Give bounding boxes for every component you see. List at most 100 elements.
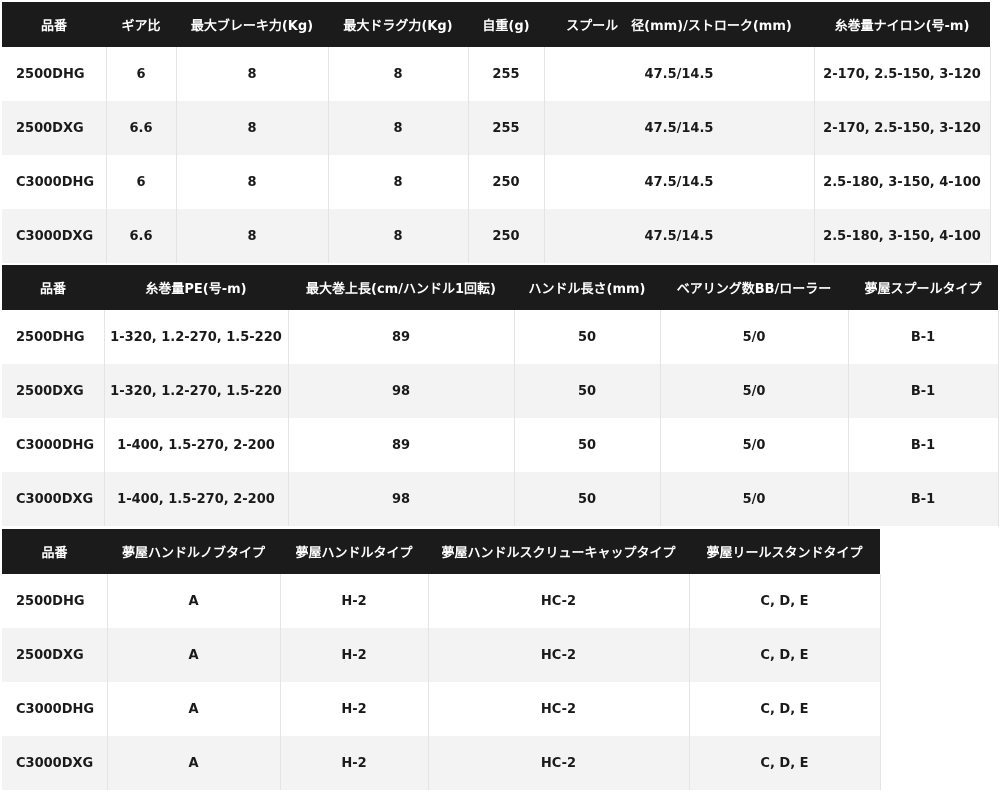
cell-yumeya-knob-type: A bbox=[107, 574, 281, 628]
table-row: C3000DHG A H-2 HC-2 C, D, E bbox=[2, 682, 881, 736]
header-product-code: 品番 bbox=[2, 529, 107, 574]
cell-yumeya-spool-type: B-1 bbox=[848, 364, 999, 418]
cell-bearing-count: 5/0 bbox=[660, 472, 849, 526]
cell-spool-diameter-stroke: 47.5/14.5 bbox=[544, 47, 815, 101]
cell-max-brake-force: 8 bbox=[176, 209, 329, 263]
cell-yumeya-knob-type: A bbox=[107, 628, 281, 682]
cell-max-retrieve-length: 89 bbox=[288, 310, 515, 364]
spec-table-yumeya-parts: 品番 夢屋ハンドルノブタイプ 夢屋ハンドルタイプ 夢屋ハンドルスクリューキャップ… bbox=[2, 529, 881, 790]
cell-yumeya-handle-type: H-2 bbox=[280, 682, 429, 736]
cell-weight: 250 bbox=[468, 155, 545, 209]
header-yumeya-screw-cap-type: 夢屋ハンドルスクリューキャップタイプ bbox=[428, 529, 689, 574]
cell-product-code: C3000DHG bbox=[2, 418, 105, 472]
table-row: 2500DXG 1-320, 1.2-270, 1.5-220 98 50 5/… bbox=[2, 364, 999, 418]
cell-bearing-count: 5/0 bbox=[660, 418, 849, 472]
cell-handle-length: 50 bbox=[514, 418, 661, 472]
cell-spool-diameter-stroke: 47.5/14.5 bbox=[544, 209, 815, 263]
table-row: 2500DXG 6.6 8 8 255 47.5/14.5 2-170, 2.5… bbox=[2, 101, 991, 155]
cell-bearing-count: 5/0 bbox=[660, 364, 849, 418]
cell-yumeya-spool-type: B-1 bbox=[848, 310, 999, 364]
cell-max-retrieve-length: 98 bbox=[288, 472, 515, 526]
cell-pe-capacity: 1-400, 1.5-270, 2-200 bbox=[104, 418, 289, 472]
cell-yumeya-reel-stand-type: C, D, E bbox=[689, 574, 881, 628]
header-handle-length: ハンドル長さ(mm) bbox=[514, 265, 660, 310]
table-row: C3000DXG A H-2 HC-2 C, D, E bbox=[2, 736, 881, 790]
table-row: C3000DHG 1-400, 1.5-270, 2-200 89 50 5/0… bbox=[2, 418, 999, 472]
cell-handle-length: 50 bbox=[514, 472, 661, 526]
header-yumeya-reel-stand-type: 夢屋リールスタンドタイプ bbox=[689, 529, 880, 574]
cell-max-retrieve-length: 89 bbox=[288, 418, 515, 472]
cell-product-code: C3000DXG bbox=[2, 209, 107, 263]
cell-max-brake-force: 8 bbox=[176, 155, 329, 209]
cell-nylon-capacity: 2.5-180, 3-150, 4-100 bbox=[814, 209, 991, 263]
cell-product-code: C3000DHG bbox=[2, 682, 108, 736]
cell-product-code: 2500DHG bbox=[2, 574, 108, 628]
cell-yumeya-handle-type: H-2 bbox=[280, 628, 429, 682]
cell-max-drag-force: 8 bbox=[328, 47, 469, 101]
cell-gear-ratio: 6.6 bbox=[106, 101, 177, 155]
cell-product-code: C3000DHG bbox=[2, 155, 107, 209]
cell-max-drag-force: 8 bbox=[328, 155, 469, 209]
table-row: C3000DXG 6.6 8 8 250 47.5/14.5 2.5-180, … bbox=[2, 209, 991, 263]
cell-yumeya-spool-type: B-1 bbox=[848, 418, 999, 472]
cell-yumeya-screw-cap-type: HC-2 bbox=[428, 736, 690, 790]
header-yumeya-handle-type: 夢屋ハンドルタイプ bbox=[280, 529, 428, 574]
cell-bearing-count: 5/0 bbox=[660, 310, 849, 364]
cell-product-code: 2500DHG bbox=[2, 47, 107, 101]
cell-max-drag-force: 8 bbox=[328, 101, 469, 155]
cell-yumeya-knob-type: A bbox=[107, 736, 281, 790]
table-row: 2500DXG A H-2 HC-2 C, D, E bbox=[2, 628, 881, 682]
cell-product-code: 2500DHG bbox=[2, 310, 105, 364]
cell-product-code: 2500DXG bbox=[2, 628, 108, 682]
header-bearing-count: ベアリング数BB/ローラー bbox=[660, 265, 848, 310]
cell-weight: 255 bbox=[468, 101, 545, 155]
header-yumeya-spool-type: 夢屋スプールタイプ bbox=[848, 265, 998, 310]
cell-yumeya-screw-cap-type: HC-2 bbox=[428, 682, 690, 736]
cell-yumeya-knob-type: A bbox=[107, 682, 281, 736]
cell-max-brake-force: 8 bbox=[176, 47, 329, 101]
header-yumeya-knob-type: 夢屋ハンドルノブタイプ bbox=[107, 529, 280, 574]
spec-table-line-and-bearing: 品番 糸巻量PE(号-m) 最大巻上長(cm/ハンドル1回転) ハンドル長さ(m… bbox=[2, 265, 999, 526]
table-header-row: 品番 ギア比 最大ブレーキ力(Kg) 最大ドラグ力(Kg) 自重(g) スプール… bbox=[2, 2, 990, 47]
header-spool-diameter-stroke: スプール 径(mm)/ストローク(mm) bbox=[544, 2, 814, 47]
table-row: C3000DXG 1-400, 1.5-270, 2-200 98 50 5/0… bbox=[2, 472, 999, 526]
cell-product-code: C3000DXG bbox=[2, 472, 105, 526]
header-max-brake-force: 最大ブレーキ力(Kg) bbox=[176, 2, 328, 47]
header-weight: 自重(g) bbox=[468, 2, 544, 47]
cell-nylon-capacity: 2-170, 2.5-150, 3-120 bbox=[814, 47, 991, 101]
cell-product-code: 2500DXG bbox=[2, 364, 105, 418]
cell-nylon-capacity: 2.5-180, 3-150, 4-100 bbox=[814, 155, 991, 209]
cell-product-code: 2500DXG bbox=[2, 101, 107, 155]
header-max-retrieve-length: 最大巻上長(cm/ハンドル1回転) bbox=[288, 265, 514, 310]
cell-yumeya-handle-type: H-2 bbox=[280, 736, 429, 790]
cell-yumeya-reel-stand-type: C, D, E bbox=[689, 628, 881, 682]
cell-product-code: C3000DXG bbox=[2, 736, 108, 790]
cell-spool-diameter-stroke: 47.5/14.5 bbox=[544, 101, 815, 155]
header-gear-ratio: ギア比 bbox=[106, 2, 176, 47]
cell-spool-diameter-stroke: 47.5/14.5 bbox=[544, 155, 815, 209]
cell-max-drag-force: 8 bbox=[328, 209, 469, 263]
table-header-row: 品番 糸巻量PE(号-m) 最大巻上長(cm/ハンドル1回転) ハンドル長さ(m… bbox=[2, 265, 998, 310]
cell-weight: 250 bbox=[468, 209, 545, 263]
cell-handle-length: 50 bbox=[514, 310, 661, 364]
cell-nylon-capacity: 2-170, 2.5-150, 3-120 bbox=[814, 101, 991, 155]
cell-yumeya-reel-stand-type: C, D, E bbox=[689, 682, 881, 736]
cell-handle-length: 50 bbox=[514, 364, 661, 418]
cell-pe-capacity: 1-400, 1.5-270, 2-200 bbox=[104, 472, 289, 526]
cell-gear-ratio: 6.6 bbox=[106, 209, 177, 263]
table-row: 2500DHG 1-320, 1.2-270, 1.5-220 89 50 5/… bbox=[2, 310, 999, 364]
table-row: C3000DHG 6 8 8 250 47.5/14.5 2.5-180, 3-… bbox=[2, 155, 991, 209]
cell-yumeya-screw-cap-type: HC-2 bbox=[428, 574, 690, 628]
cell-yumeya-screw-cap-type: HC-2 bbox=[428, 628, 690, 682]
header-nylon-capacity: 糸巻量ナイロン(号-m) bbox=[814, 2, 990, 47]
cell-gear-ratio: 6 bbox=[106, 155, 177, 209]
cell-yumeya-reel-stand-type: C, D, E bbox=[689, 736, 881, 790]
header-product-code: 品番 bbox=[2, 2, 106, 47]
table-header-row: 品番 夢屋ハンドルノブタイプ 夢屋ハンドルタイプ 夢屋ハンドルスクリューキャップ… bbox=[2, 529, 880, 574]
header-pe-capacity: 糸巻量PE(号-m) bbox=[104, 265, 288, 310]
header-max-drag-force: 最大ドラグ力(Kg) bbox=[328, 2, 468, 47]
header-product-code: 品番 bbox=[2, 265, 104, 310]
cell-yumeya-handle-type: H-2 bbox=[280, 574, 429, 628]
cell-weight: 255 bbox=[468, 47, 545, 101]
cell-pe-capacity: 1-320, 1.2-270, 1.5-220 bbox=[104, 364, 289, 418]
